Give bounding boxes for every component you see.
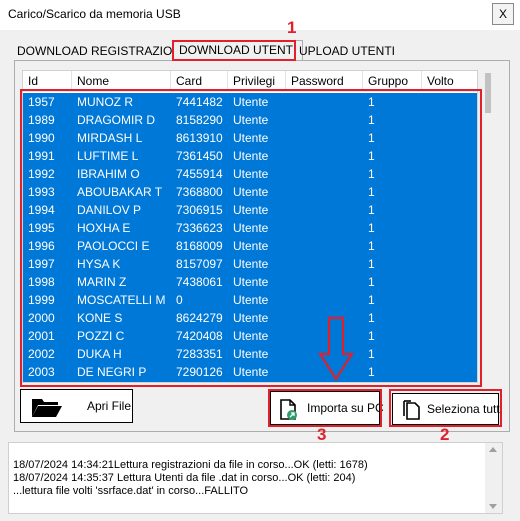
annotation-box-import <box>268 389 382 427</box>
open-file-label: Apri File <box>87 399 132 413</box>
close-button[interactable]: X <box>492 3 514 25</box>
log-line: 18/07/2024 14:35:37 Lettura Utenti da fi… <box>13 472 356 484</box>
log-line: ...lettura file volti 'ssrface.dat' in c… <box>13 485 249 497</box>
annotation-box-select-all <box>389 389 502 427</box>
grid-scrollbar[interactable] <box>480 70 497 383</box>
log-textbox[interactable]: 18/07/2024 14:34:21Lettura registrazioni… <box>8 442 503 514</box>
scroll-up-icon[interactable] <box>489 447 497 452</box>
grid-scrollbar-thumb[interactable] <box>485 73 491 113</box>
folder-icon <box>32 399 62 417</box>
open-file-button[interactable]: Apri File <box>20 389 133 423</box>
annotation-arrow-down-icon <box>318 316 354 382</box>
log-line: 18/07/2024 14:34:21Lettura registrazioni… <box>13 459 368 471</box>
scroll-down-icon[interactable] <box>489 504 497 509</box>
tab-download-registrazioni[interactable]: DOWNLOAD REGISTRAZIONI <box>14 42 187 60</box>
log-scrollbar[interactable] <box>485 443 502 513</box>
annotation-number-1: 1 <box>287 18 297 37</box>
window-title: Carico/Scarico da memoria USB <box>8 7 181 21</box>
annotation-box-grid <box>20 89 482 387</box>
title-bar: Carico/Scarico da memoria USB X <box>0 0 520 30</box>
annotation-box-tab <box>172 40 296 61</box>
tab-upload-utenti[interactable]: UPLOAD UTENTI <box>296 42 398 60</box>
